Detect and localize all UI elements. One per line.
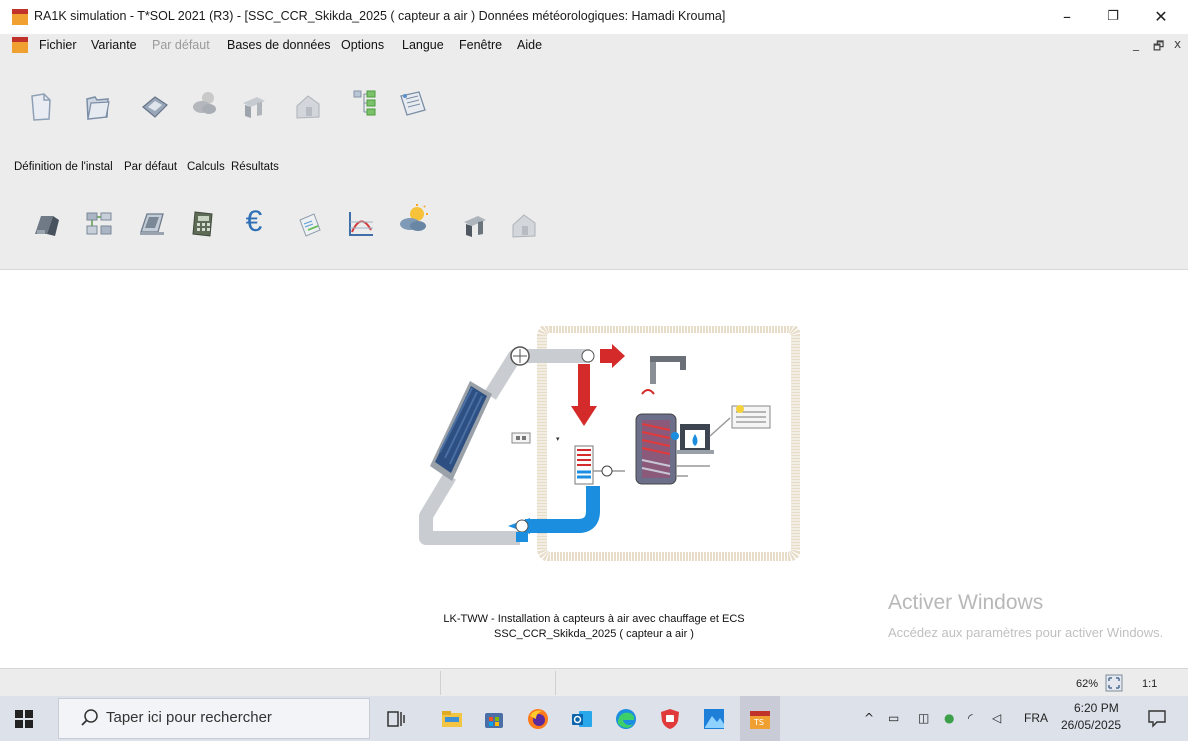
clock-date[interactable]: 26/05/2025 bbox=[1061, 718, 1121, 732]
clock-time[interactable]: 6:20 PM bbox=[1074, 701, 1119, 715]
search-placeholder[interactable]: Taper ici pour rechercher bbox=[106, 709, 272, 726]
sun-cloud-icon[interactable] bbox=[395, 201, 431, 237]
menu-fenetre[interactable]: Fenêtre bbox=[459, 38, 502, 52]
meet-now-icon[interactable]: ◫ bbox=[918, 711, 929, 725]
volume-icon[interactable]: ◁ bbox=[992, 711, 1001, 725]
system-icon[interactable] bbox=[29, 206, 65, 242]
app-icon bbox=[12, 9, 28, 25]
photos-icon[interactable] bbox=[694, 696, 734, 741]
menu-options[interactable]: Options bbox=[341, 38, 384, 52]
collector-icon[interactable] bbox=[134, 206, 170, 242]
outlook-icon[interactable] bbox=[562, 696, 602, 741]
restore-button[interactable]: ❐ bbox=[1090, 4, 1136, 30]
window-title: RA1K simulation - T*SOL 2021 (R3) - [SSC… bbox=[34, 9, 726, 23]
status-bar: 62% 1:1 bbox=[0, 668, 1188, 696]
building2-icon[interactable] bbox=[456, 208, 492, 244]
menu-bases-de-donnees[interactable]: Bases de données bbox=[227, 38, 331, 52]
tab-definition-instal[interactable]: Définition de l'instal bbox=[14, 161, 113, 173]
mdi-minimize-button[interactable]: _ bbox=[1133, 37, 1139, 51]
zoom-actual-size[interactable]: 1:1 bbox=[1142, 678, 1157, 690]
heat-exchanger-icon bbox=[574, 445, 594, 485]
toolbar-area: Définition de l'instal Par défaut Calcul… bbox=[0, 56, 1188, 270]
firefox-icon[interactable] bbox=[518, 696, 558, 741]
save-disk-icon[interactable] bbox=[137, 89, 173, 125]
weather-icon[interactable] bbox=[187, 85, 223, 121]
zoom-level: 62% bbox=[1076, 678, 1099, 690]
mdi-close-button[interactable]: x bbox=[1174, 37, 1181, 51]
boiler-icon bbox=[676, 424, 714, 454]
wifi-icon[interactable]: ◜ bbox=[968, 711, 973, 725]
sensor-top-icon bbox=[581, 349, 595, 363]
document-icon[interactable] bbox=[12, 37, 28, 53]
menu-par-defaut[interactable]: Par défaut bbox=[152, 38, 210, 52]
building-icon[interactable] bbox=[235, 89, 271, 125]
notification-icon[interactable] bbox=[1146, 707, 1168, 729]
tab-resultats[interactable]: Résultats bbox=[231, 161, 279, 173]
zoom-fit-icon[interactable] bbox=[1104, 673, 1124, 693]
store-icon[interactable] bbox=[474, 696, 514, 741]
main-content: ▾ LK-TWW - Installation à capteurs à air… bbox=[0, 271, 1188, 668]
search-icon bbox=[80, 708, 100, 728]
file-explorer-icon[interactable] bbox=[432, 696, 472, 741]
house2-icon[interactable] bbox=[506, 208, 542, 244]
mdi-restore-button[interactable]: 🗗 bbox=[1153, 37, 1164, 58]
storage-tank-icon bbox=[635, 413, 679, 485]
edge-icon[interactable] bbox=[606, 696, 646, 741]
activation-watermark-title: Activer Windows bbox=[888, 591, 1044, 614]
house-icon[interactable] bbox=[290, 89, 326, 125]
tree-view-icon[interactable] bbox=[348, 85, 384, 121]
svg-text:TS: TS bbox=[753, 718, 764, 727]
radiator-icon bbox=[731, 405, 771, 429]
task-view-icon[interactable] bbox=[376, 696, 416, 741]
status-divider bbox=[440, 671, 441, 695]
security-app-icon[interactable] bbox=[650, 696, 690, 741]
controller-icon bbox=[511, 432, 531, 444]
euro-icon[interactable]: € bbox=[236, 204, 272, 240]
sensor-bottom-icon bbox=[515, 519, 529, 533]
tab-par-defaut[interactable]: Par défaut bbox=[124, 161, 177, 173]
tab-calculs[interactable]: Calculs bbox=[187, 161, 225, 173]
status-divider bbox=[555, 671, 556, 695]
menu-langue[interactable]: Langue bbox=[402, 38, 444, 52]
pipe-bottom bbox=[419, 472, 520, 545]
battery-icon[interactable]: ▭ bbox=[888, 711, 899, 725]
new-file-icon[interactable] bbox=[23, 89, 59, 125]
report-icon[interactable] bbox=[395, 85, 431, 121]
minimize-button[interactable]: – bbox=[1044, 4, 1090, 30]
export-icon[interactable] bbox=[292, 208, 328, 244]
language-indicator[interactable]: FRA bbox=[1024, 711, 1048, 725]
calculator-icon[interactable] bbox=[186, 206, 222, 242]
tray-expand-icon[interactable]: ^ bbox=[864, 711, 874, 725]
graph-icon[interactable] bbox=[343, 206, 379, 242]
menu-bar: Fichier Variante Par défaut Bases de don… bbox=[0, 34, 1188, 56]
activation-watermark-subtitle: Accédez aux paramètres pour activer Wind… bbox=[888, 625, 1164, 640]
title-bar: RA1K simulation - T*SOL 2021 (R3) - [SSC… bbox=[0, 0, 1188, 34]
taskbar: Taper ici pour rechercher TS ^ ▭ ◫ ● ◜ ◁… bbox=[0, 696, 1188, 741]
menu-fichier[interactable]: Fichier bbox=[39, 38, 77, 52]
open-folder-icon[interactable] bbox=[80, 89, 116, 125]
components-icon[interactable] bbox=[81, 206, 117, 242]
close-button[interactable]: ✕ bbox=[1138, 4, 1184, 30]
menu-aide[interactable]: Aide bbox=[517, 38, 542, 52]
svg-text:▾: ▾ bbox=[556, 436, 560, 443]
air-collector-icon bbox=[430, 381, 492, 481]
windows-start-icon[interactable] bbox=[0, 696, 48, 741]
tsol-app-icon[interactable]: TS bbox=[740, 696, 780, 741]
app-tray-icon[interactable]: ● bbox=[944, 711, 954, 725]
menu-variante[interactable]: Variante bbox=[91, 38, 137, 52]
system-diagram[interactable]: ▾ bbox=[410, 323, 801, 562]
